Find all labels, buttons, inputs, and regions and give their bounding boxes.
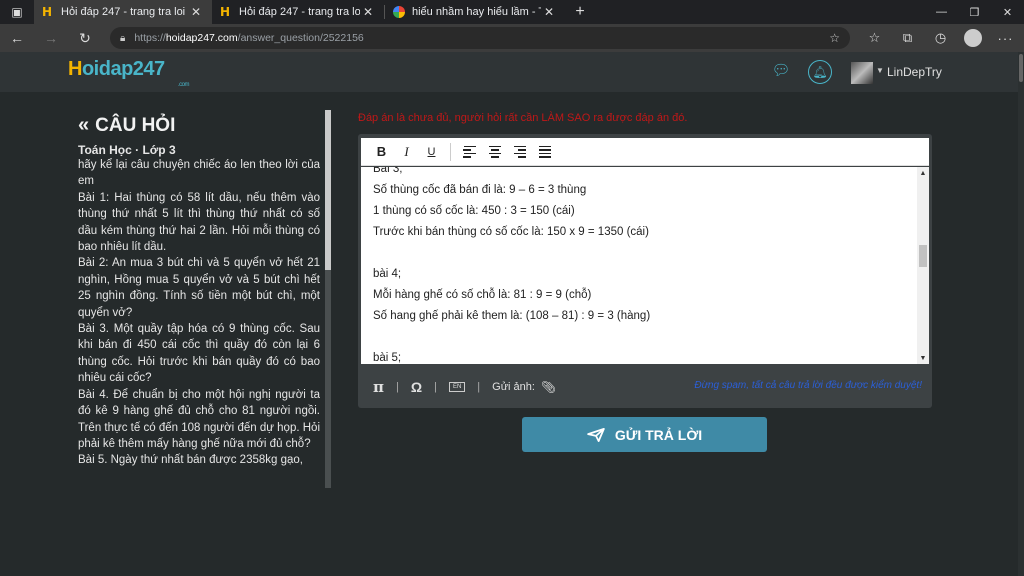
answer-line: Bài 3; (373, 167, 403, 175)
question-scrollbar[interactable] (325, 110, 331, 488)
align-left-button[interactable] (457, 145, 482, 158)
answer-line (373, 327, 903, 348)
align-justify-button[interactable] (532, 145, 557, 158)
reload-icon[interactable]: ↻ (68, 30, 102, 47)
favorite-star-icon[interactable]: ☆ (829, 31, 840, 45)
lock-icon: 🔒︎ (120, 32, 126, 44)
browser-tab-2[interactable]: H Hỏi đáp 247 - trang tra loi ✕ (212, 0, 384, 24)
answer-line: Trước khi bán thùng có số cốc là: 150 x … (373, 226, 649, 238)
special-char-omega-icon[interactable]: Ω (411, 379, 422, 395)
answer-line: 1 thùng có số cốc là: 450 : 3 = 150 (cái… (373, 205, 575, 217)
url-text: https://hoidap247.com/answer_question/25… (134, 32, 364, 44)
italic-button[interactable]: I (394, 144, 419, 160)
paper-plane-icon (587, 427, 605, 442)
window-menu-icon[interactable]: ▣ (0, 0, 34, 24)
chevron-down-icon[interactable]: ▼ (876, 66, 884, 75)
question-heading: «CÂU HỎI (78, 114, 176, 136)
answer-editor: B I U Bài 3; Số thùng cốc đã bán đi là: … (358, 134, 932, 408)
answer-line: Số hang ghế phải kê them là: (108 – 81) … (373, 310, 651, 322)
close-window-icon[interactable]: ✕ (991, 0, 1024, 24)
keyboard-en-icon[interactable]: EN (448, 382, 466, 392)
editor-toolbar: B I U (361, 138, 929, 166)
new-tab-icon[interactable]: + (565, 3, 595, 21)
answer-line: bài 4; (373, 268, 402, 280)
question-text: hãy kể lại câu chuyện chiếc áo len theo … (78, 159, 320, 467)
user-avatar[interactable] (851, 62, 873, 84)
submit-answer-button[interactable]: GỬI TRẢ LỜI (522, 417, 767, 452)
editor-scrollbar[interactable]: ▲ ▼ (917, 167, 929, 364)
page-scrollbar[interactable] (1018, 52, 1024, 576)
bold-button[interactable]: B (369, 144, 394, 159)
close-tab-icon[interactable]: ✕ (188, 5, 204, 19)
spam-warning: Đừng spam, tất cả câu trả lời đều được k… (694, 380, 922, 391)
browser-tab-1[interactable]: H Hỏi đáp 247 - trang tra loi ✕ (34, 0, 212, 24)
browser-tab-3[interactable]: hiểu nhầm hay hiểu lầm - Tìm trên ✕ (385, 0, 565, 24)
collections-icon[interactable]: ⧉ (891, 30, 924, 46)
site-header: Hoidap247 .com 💬︎ 🔔︎ ▼ LinDepTry (0, 52, 1024, 92)
browser-tab-bar: ▣ H Hỏi đáp 247 - trang tra loi ✕ H Hỏi … (0, 0, 1024, 24)
answer-line (373, 243, 903, 264)
align-center-button[interactable] (482, 145, 507, 158)
google-favicon-icon (393, 6, 405, 18)
browser-tools: ☆ ⧉ ◷ ··· (858, 24, 1022, 52)
url-bar[interactable]: 🔒︎ https://hoidap247.com/answer_question… (110, 27, 850, 49)
double-chevron-left-icon[interactable]: « (78, 114, 89, 136)
hoidap-favicon-icon: H (220, 5, 231, 19)
align-right-button[interactable] (507, 145, 532, 158)
window-controls: — ❐ ✕ (925, 0, 1024, 24)
answer-notice: Đáp án là chưa đủ, người hỏi rất cần LÀM… (358, 112, 688, 124)
favorites-icon[interactable]: ☆ (858, 30, 891, 46)
chat-icon[interactable]: 💬︎ (770, 61, 792, 81)
close-tab-icon[interactable]: ✕ (541, 5, 557, 19)
more-menu-icon[interactable]: ··· (989, 31, 1022, 46)
tab-title: Hỏi đáp 247 - trang tra loi (239, 6, 360, 18)
answer-text: Bài 3; Số thùng cốc đã bán đi là: 9 – 6 … (373, 167, 903, 364)
restore-icon[interactable]: ❐ (958, 0, 991, 24)
scroll-up-icon[interactable]: ▲ (917, 170, 929, 177)
close-tab-icon[interactable]: ✕ (360, 5, 376, 19)
profile-avatar-icon[interactable] (964, 29, 982, 47)
address-toolbar: ← → ↻ 🔒︎ https://hoidap247.com/answer_qu… (0, 24, 1024, 52)
notification-bell-icon[interactable]: 🔔︎ (808, 60, 832, 84)
answer-line: Số thùng cốc đã bán đi là: 9 – 6 = 3 thù… (373, 184, 587, 196)
answer-line: bài 5; (373, 352, 402, 364)
hoidap-favicon-icon: H (42, 5, 53, 19)
submit-label: GỬI TRẢ LỜI (614, 426, 703, 443)
tab-title: hiểu nhầm hay hiểu lầm - Tìm trên (412, 6, 541, 18)
username[interactable]: LinDepTry (887, 65, 942, 79)
scroll-down-icon[interactable]: ▼ (917, 355, 929, 362)
paperclip-icon[interactable]: 📎︎ (541, 380, 556, 394)
math-pi-icon[interactable]: π (373, 378, 384, 396)
back-arrow-icon[interactable]: ← (0, 30, 34, 46)
history-icon[interactable]: ◷ (924, 30, 957, 46)
answer-line: Mỗi hàng ghế có số chỗ là: 81 : 9 = 9 (c… (373, 289, 592, 301)
attach-image-label: Gửi ảnh: (492, 381, 535, 393)
question-panel: «CÂU HỎI Toán Học · Lớp 3 hãy kể lại câu… (78, 110, 320, 488)
minimize-icon[interactable]: — (925, 0, 958, 24)
underline-button[interactable]: U (419, 146, 444, 158)
question-subject: Toán Học · Lớp 3 (78, 143, 176, 157)
answer-content-area[interactable]: Bài 3; Số thùng cốc đã bán đi là: 9 – 6 … (361, 167, 929, 364)
tab-title: Hỏi đáp 247 - trang tra loi (61, 6, 186, 18)
hoidap247-logo[interactable]: Hoidap247 .com (68, 58, 190, 88)
forward-arrow-icon[interactable]: → (34, 30, 68, 46)
